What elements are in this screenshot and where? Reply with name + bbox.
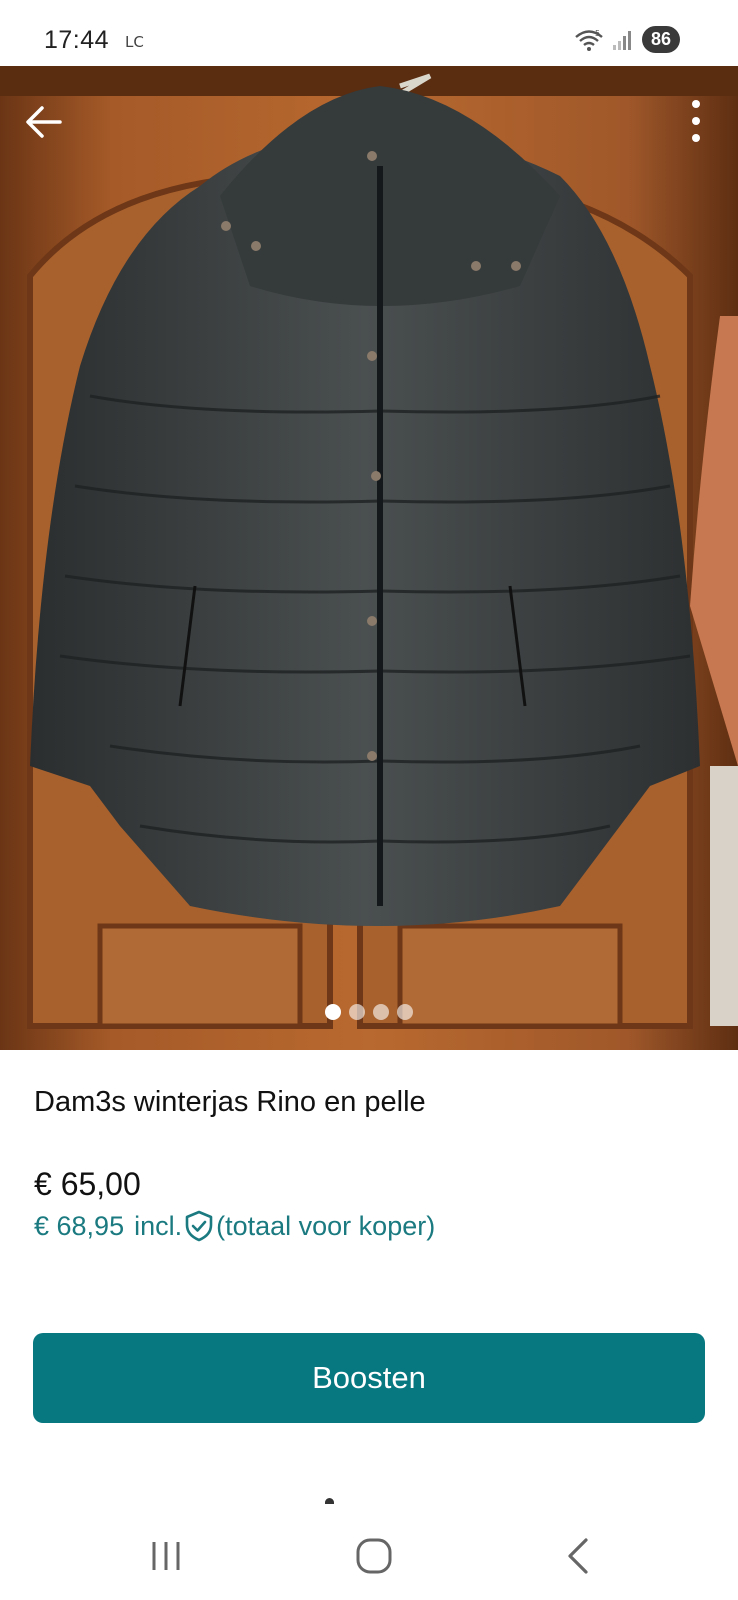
carousel-dot[interactable]	[349, 1004, 365, 1020]
carrier-label: LC	[125, 33, 144, 51]
status-time: 17:44	[44, 26, 110, 54]
carousel-dot[interactable]	[373, 1004, 389, 1020]
listing-title: Dam3s winterjas Rino en pelle	[34, 1086, 426, 1118]
battery-badge: 86	[641, 26, 680, 53]
shield-check-icon	[185, 1210, 213, 1242]
status-icons: 5 86	[574, 26, 680, 53]
more-options-button[interactable]	[684, 96, 708, 146]
price-incl-value: € 68,95	[34, 1210, 125, 1241]
back-button[interactable]	[22, 100, 66, 144]
status-bar: 17:44 LC 5 86	[0, 0, 738, 66]
system-nav-bar	[0, 1510, 738, 1600]
recent-apps-icon	[152, 1542, 180, 1570]
carousel-dot[interactable]	[325, 1004, 341, 1020]
back-nav-icon	[568, 1538, 588, 1574]
home-button[interactable]	[344, 1530, 404, 1582]
price-incl-row[interactable]: € 68,95 incl. (totaal voor koper)	[34, 1210, 435, 1242]
svg-text:5: 5	[595, 29, 600, 38]
incl-label: incl.	[134, 1210, 183, 1241]
scroll-hint	[325, 1498, 334, 1504]
carousel-indicator	[0, 1004, 738, 1020]
home-icon	[356, 1538, 392, 1574]
more-vertical-icon	[692, 100, 700, 142]
back-nav-button[interactable]	[550, 1530, 610, 1582]
jacket-image	[0, 66, 738, 1050]
boost-button[interactable]: Boosten	[33, 1333, 705, 1423]
incl-note: (totaal voor koper)	[216, 1210, 436, 1241]
listing-price: € 65,00	[34, 1166, 141, 1202]
product-photo[interactable]	[0, 66, 738, 1050]
recent-apps-button[interactable]	[136, 1530, 196, 1582]
wifi-icon: 5	[575, 29, 603, 51]
arrow-left-icon	[26, 106, 62, 138]
carousel-dot[interactable]	[397, 1004, 413, 1020]
signal-icon	[612, 30, 631, 50]
